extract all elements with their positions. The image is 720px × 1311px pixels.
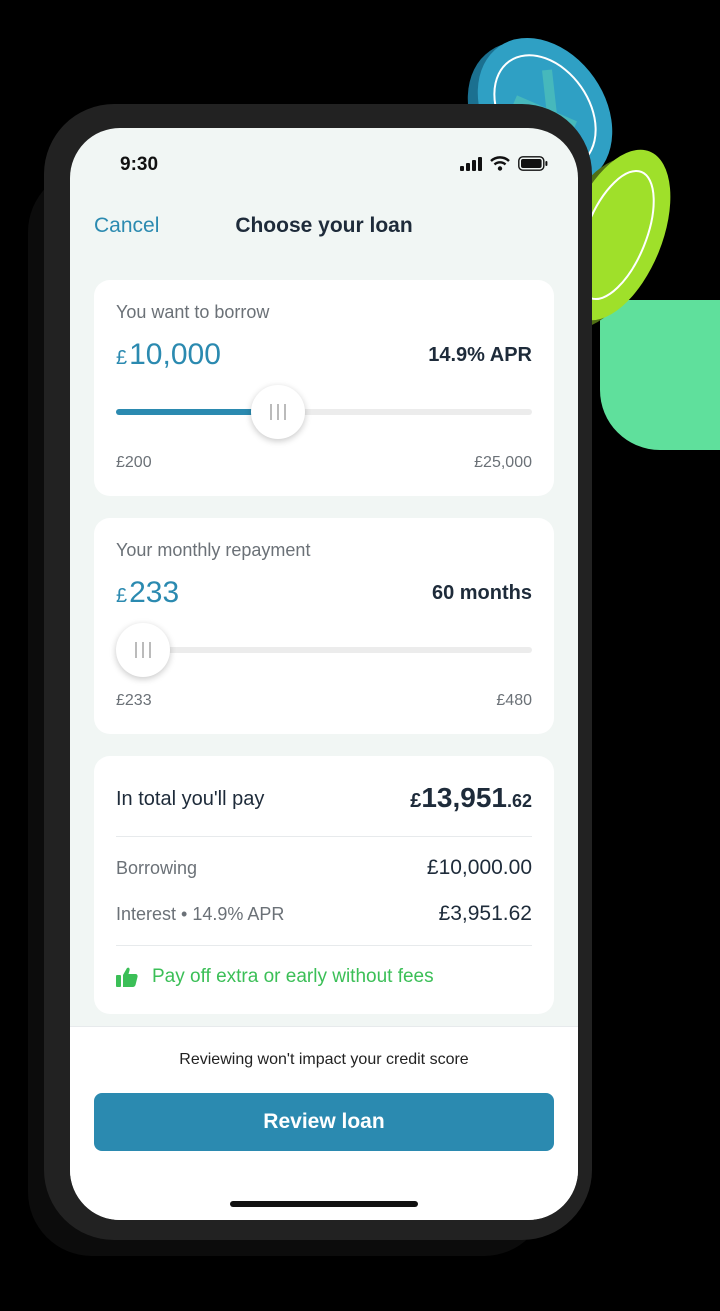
signal-icon — [460, 156, 482, 171]
fee-note: Pay off extra or early without fees — [152, 966, 434, 987]
borrow-max: £25,000 — [474, 454, 532, 471]
repayment-card: Your monthly repayment £233 60 months £2… — [94, 518, 554, 734]
status-icons — [460, 156, 548, 171]
battery-icon — [518, 156, 548, 171]
credit-score-note: Reviewing won't impact your credit score — [179, 1051, 469, 1068]
footer: Reviewing won't impact your credit score… — [70, 1026, 578, 1220]
wifi-icon — [490, 156, 510, 171]
nav-bar: Choose your loan Cancel — [70, 210, 578, 250]
borrow-amount-value: 10,000 — [129, 338, 221, 371]
repayment-max: £480 — [496, 692, 532, 709]
fee-note-row: Pay off extra or early without fees — [116, 966, 434, 988]
repayment-min: £233 — [116, 692, 152, 709]
slider-grip-icon — [270, 404, 287, 420]
repayment-amount: £233 — [116, 576, 179, 610]
home-indicator — [230, 1201, 418, 1207]
repayment-slider-track[interactable] — [116, 623, 532, 677]
total-label: In total you'll pay — [116, 788, 265, 810]
slider-grip-icon — [135, 642, 151, 658]
total-whole: 13,951 — [421, 782, 507, 813]
status-time: 9:30 — [120, 154, 159, 175]
repayment-currency: £ — [116, 585, 128, 607]
borrow-slider-handle[interactable] — [251, 385, 306, 439]
total-card: In total you'll pay £13,951.62 Borrowing… — [94, 756, 554, 1014]
total-amount: £13,951.62 — [410, 782, 532, 814]
borrow-amount: £10,000 — [116, 338, 221, 372]
borrow-currency: £ — [116, 347, 128, 369]
borrowing-value: £10,000.00 — [426, 856, 532, 879]
repayment-slider-handle[interactable] — [116, 623, 170, 677]
total-pence: .62 — [506, 791, 532, 811]
repayment-label: Your monthly repayment — [116, 540, 311, 560]
borrowing-label: Borrowing — [116, 858, 198, 878]
review-loan-button[interactable]: Review loan — [94, 1093, 554, 1151]
borrow-slider-track[interactable] — [116, 385, 532, 439]
total-currency: £ — [410, 790, 422, 812]
cancel-button[interactable]: Cancel — [94, 214, 159, 238]
interest-label: Interest • 14.9% APR — [116, 904, 285, 924]
borrow-min: £200 — [116, 454, 152, 471]
divider — [116, 945, 532, 946]
status-bar: 9:30 — [70, 128, 578, 202]
borrow-label: You want to borrow — [116, 302, 270, 322]
borrow-card: You want to borrow £10,000 14.9% APR £20… — [94, 280, 554, 496]
divider — [116, 836, 532, 837]
interest-value: £3,951.62 — [438, 902, 532, 925]
phone-screen: 9:30 Choose your loan Cancel You want to… — [70, 128, 578, 1220]
repayment-amount-value: 233 — [129, 576, 180, 609]
thumbs-up-icon — [116, 967, 138, 987]
term-value: 60 months — [431, 582, 532, 604]
apr-value: 14.9% APR — [428, 344, 532, 366]
